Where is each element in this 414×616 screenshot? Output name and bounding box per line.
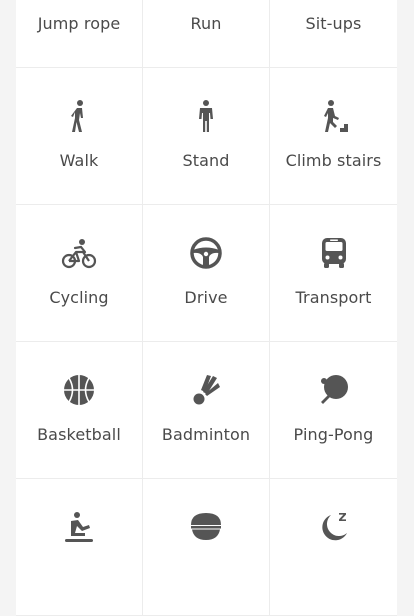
walk-icon — [61, 98, 97, 134]
activity-grid: Jump rope Run Sit-ups Walk Stand Climb s… — [16, 0, 397, 616]
activity-label: Run — [190, 14, 222, 33]
activity-label: Basketball — [37, 425, 121, 444]
rowing-icon — [61, 509, 97, 545]
activity-label: Ping-Pong — [293, 425, 374, 444]
activity-tile-stand[interactable]: Stand — [143, 68, 270, 205]
activity-tile-bowl[interactable] — [143, 479, 270, 616]
activity-label: Jump rope — [37, 14, 121, 33]
activity-tile-sleep[interactable] — [270, 479, 397, 616]
activity-tile-run[interactable]: Run — [143, 0, 270, 68]
activity-label: Badminton — [161, 425, 251, 444]
shuttlecock-icon — [188, 372, 224, 408]
stand-icon — [188, 98, 224, 134]
bowl-icon — [188, 509, 224, 545]
ping-pong-icon — [316, 372, 352, 408]
activity-tile-sit-ups[interactable]: Sit-ups — [270, 0, 397, 68]
activity-label: Sit-ups — [305, 14, 362, 33]
basketball-icon — [61, 372, 97, 408]
activity-tile-walk[interactable]: Walk — [16, 68, 143, 205]
sleep-moon-icon — [316, 509, 352, 545]
activity-tile-transport[interactable]: Transport — [270, 205, 397, 342]
activity-label: Walk — [59, 151, 99, 170]
activity-tile-ping-pong[interactable]: Ping-Pong — [270, 342, 397, 479]
activity-tile-climb-stairs[interactable]: Climb stairs — [270, 68, 397, 205]
activity-label: Stand — [182, 151, 230, 170]
activity-tile-jump-rope[interactable]: Jump rope — [16, 0, 143, 68]
activity-label: Transport — [295, 288, 372, 307]
activity-tile-rowing[interactable] — [16, 479, 143, 616]
cycling-icon — [61, 235, 97, 271]
climb-stairs-icon — [316, 98, 352, 134]
activity-label: Drive — [184, 288, 228, 307]
activity-tile-basketball[interactable]: Basketball — [16, 342, 143, 479]
steering-wheel-icon — [188, 235, 224, 271]
activity-label: Cycling — [49, 288, 109, 307]
activity-tile-cycling[interactable]: Cycling — [16, 205, 143, 342]
activity-label: Climb stairs — [285, 151, 382, 170]
bus-icon — [316, 235, 352, 271]
activity-tile-drive[interactable]: Drive — [143, 205, 270, 342]
activity-tile-badminton[interactable]: Badminton — [143, 342, 270, 479]
